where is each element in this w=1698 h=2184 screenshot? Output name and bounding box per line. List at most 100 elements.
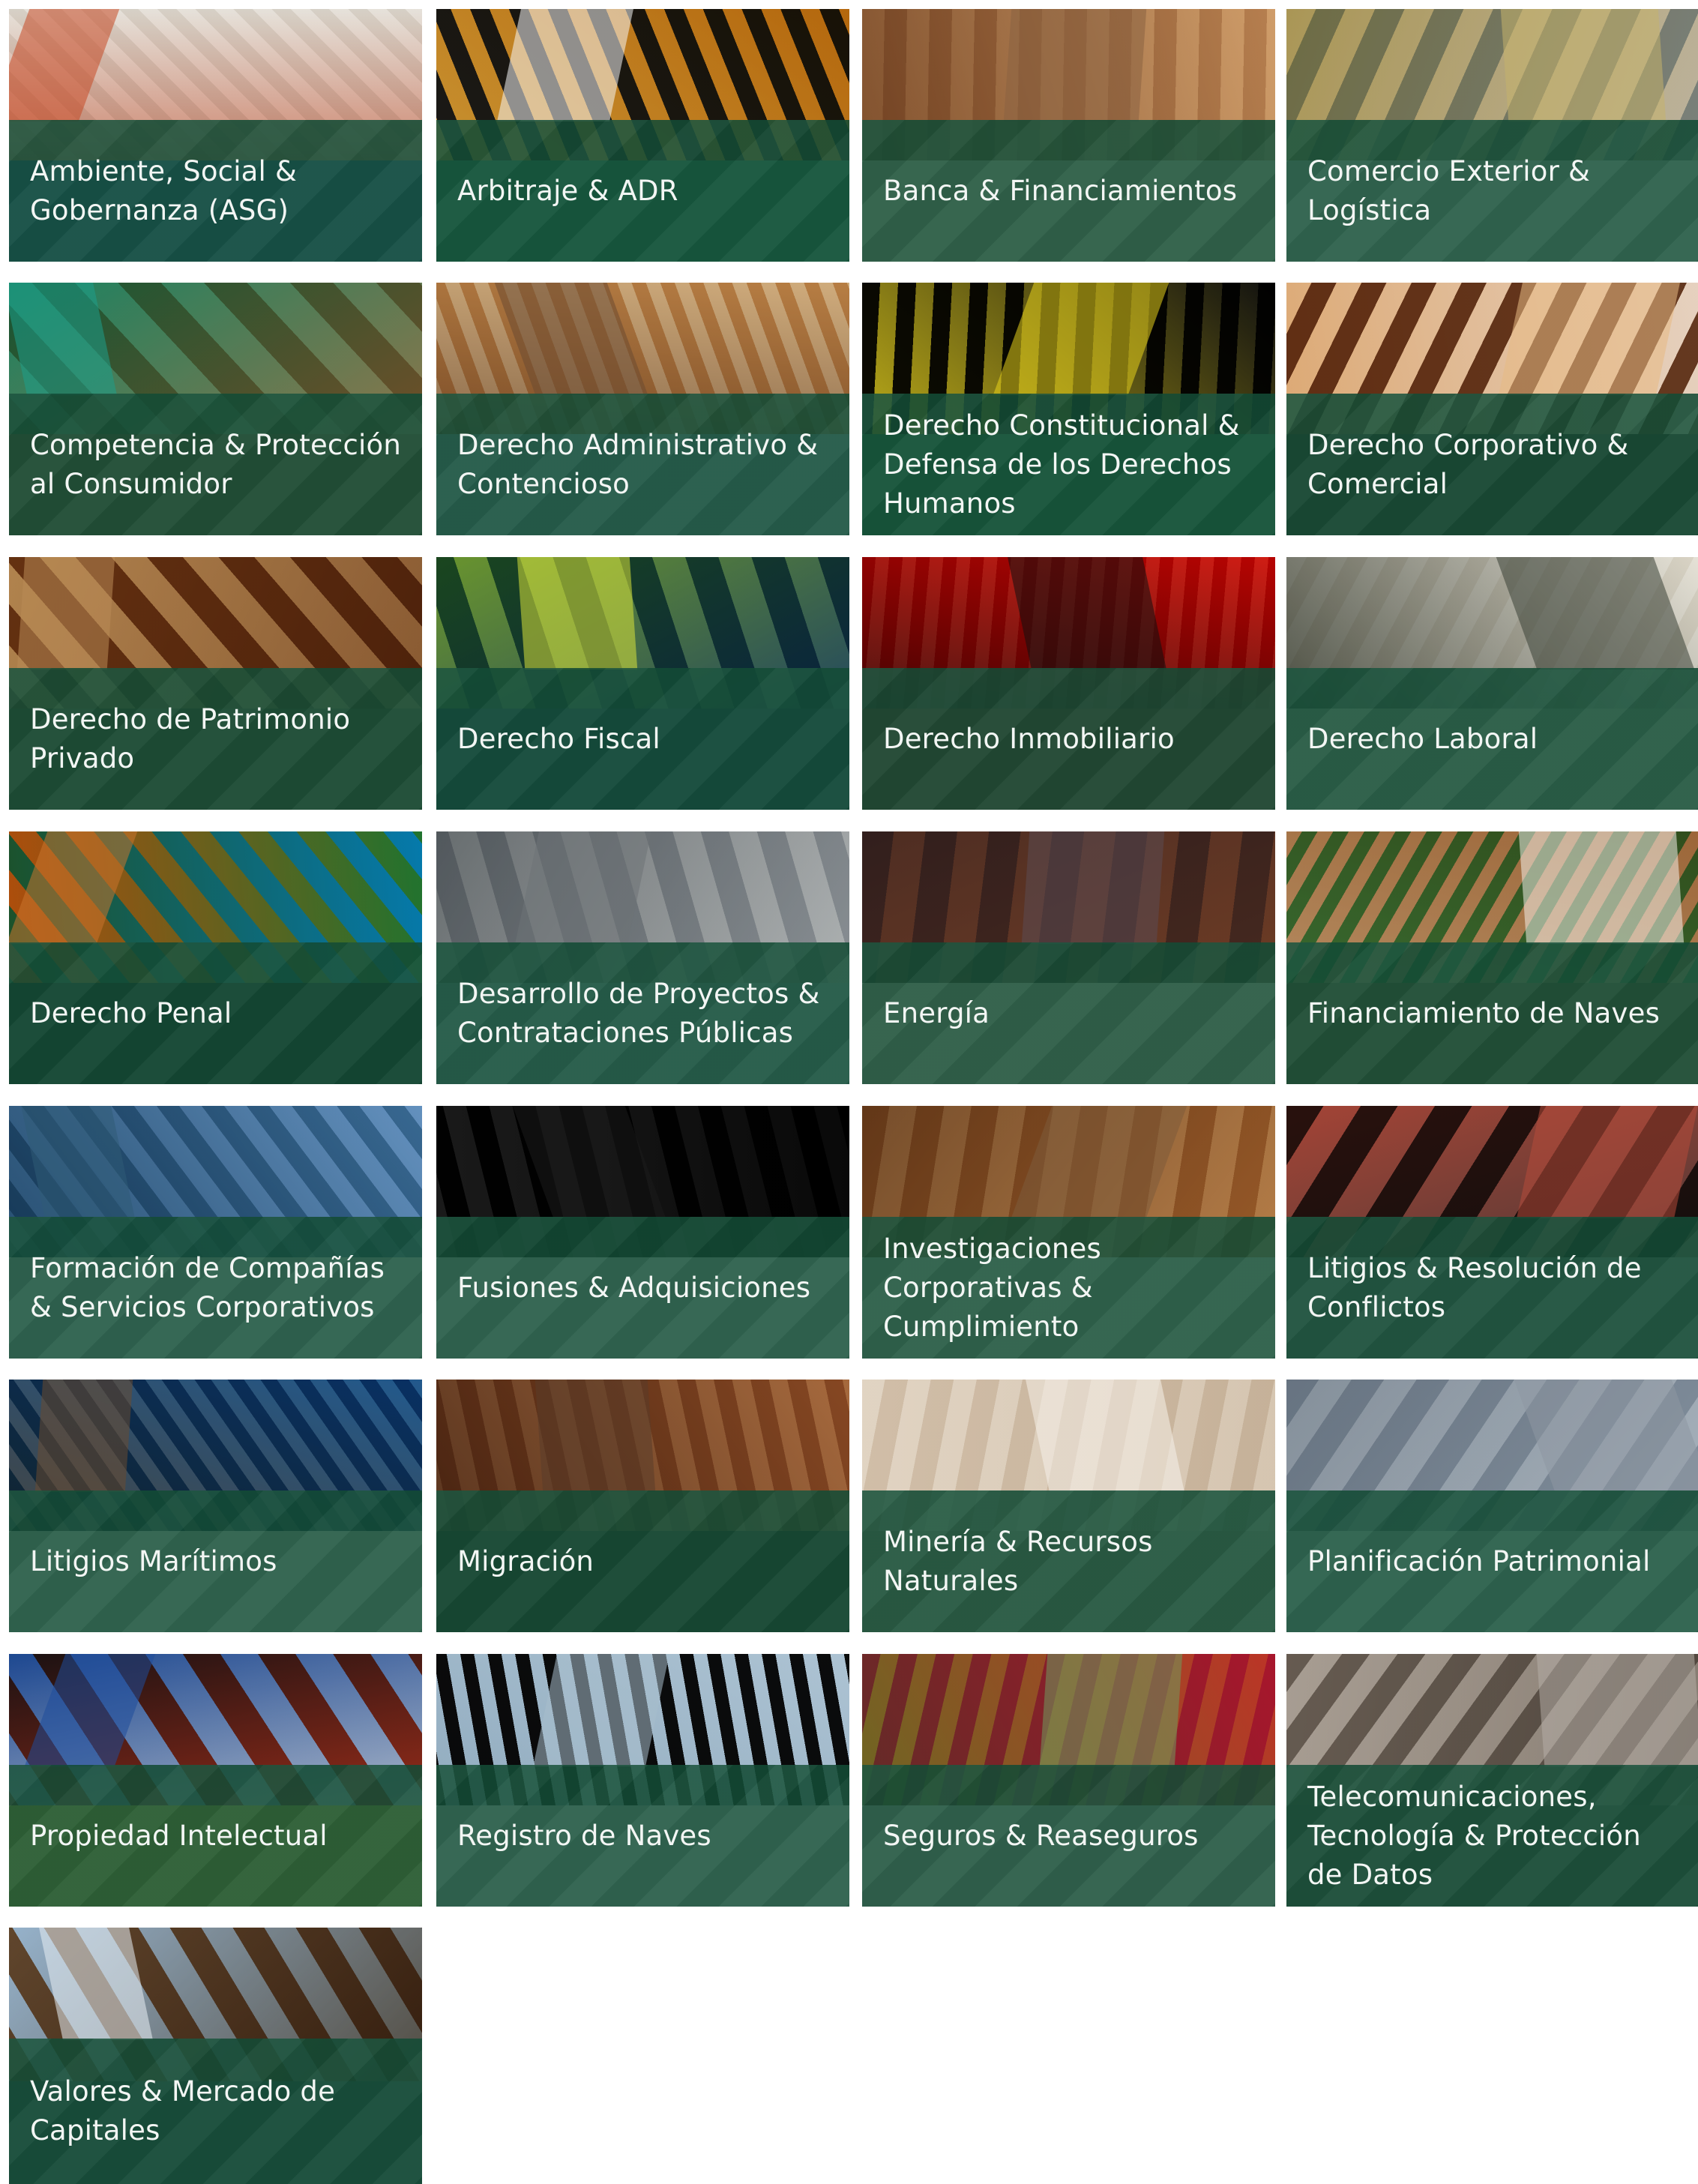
practice-area-label: Derecho Fiscal	[457, 722, 660, 755]
image-accent	[1021, 831, 1165, 944]
tile-caption-panel: Derecho Inmobiliario	[862, 668, 1275, 810]
practice-area-tile[interactable]: Migración	[436, 1380, 849, 1632]
image-accent	[517, 557, 638, 670]
image-accent	[1517, 1106, 1698, 1218]
tile-caption-panel: Competencia & Protección al Consumidor	[9, 394, 422, 535]
image-accent	[34, 1380, 133, 1492]
practice-area-label: Derecho Corporativo & Comercial	[1307, 428, 1629, 500]
tile-caption-panel: Propiedad Intelectual	[9, 1765, 422, 1907]
practice-area-tile[interactable]: Ambiente, Social & Gobernanza (ASG)	[9, 9, 422, 262]
practice-area-tile[interactable]: Derecho Corporativo & Comercial	[1286, 283, 1698, 535]
practice-area-tile[interactable]: Propiedad Intelectual	[9, 1654, 422, 1907]
practice-area-tile[interactable]: Financiamiento de Naves	[1286, 831, 1698, 1084]
practice-area-tile[interactable]: Minería & Recursos Naturales	[862, 1380, 1275, 1632]
practice-area-tile[interactable]: Derecho Fiscal	[436, 557, 849, 810]
image-accent	[21, 1106, 135, 1218]
image-accent	[16, 557, 115, 670]
image-accent	[9, 831, 138, 944]
tile-caption-panel: Ambiente, Social & Gobernanza (ASG)	[9, 120, 422, 262]
practice-area-label: Seguros & Reaseguros	[883, 1819, 1199, 1852]
tile-caption-panel: Minería & Recursos Naturales	[862, 1490, 1275, 1632]
practice-area-tile[interactable]: Desarrollo de Proyectos & Contrataciones…	[436, 831, 849, 1084]
tile-caption-panel: Energía	[862, 942, 1275, 1084]
image-accent	[1496, 557, 1695, 670]
practice-area-tile[interactable]: Litigios & Resolución de Conflictos	[1286, 1106, 1698, 1359]
image-accent	[1518, 831, 1685, 944]
practice-areas-grid: Ambiente, Social & Gobernanza (ASG) Arbit…	[0, 0, 1698, 2184]
practice-area-label: Planificación Patrimonial	[1307, 1544, 1651, 1577]
image-accent	[1039, 1654, 1183, 1766]
tile-caption-panel: Derecho Laboral	[1286, 668, 1698, 810]
image-accent	[497, 9, 633, 121]
practice-area-label: Derecho Laboral	[1307, 722, 1538, 755]
tile-caption-panel: Derecho Constitucional & Defensa de los …	[862, 394, 1275, 535]
practice-area-label: Derecho Inmobiliario	[883, 722, 1175, 755]
image-accent	[1011, 1106, 1187, 1218]
tile-caption-panel: Derecho Corporativo & Comercial	[1286, 394, 1698, 535]
practice-area-tile[interactable]: Planificación Patrimonial	[1286, 1380, 1698, 1632]
practice-area-tile[interactable]: Derecho Penal	[9, 831, 422, 1084]
practice-area-label: Minería & Recursos Naturales	[883, 1525, 1153, 1597]
practice-area-label: Investigaciones Corporativas & Cumplimie…	[883, 1232, 1101, 1343]
practice-area-label: Derecho Penal	[30, 996, 232, 1029]
practice-area-label: Propiedad Intelectual	[30, 1819, 328, 1852]
image-accent	[1499, 283, 1680, 395]
practice-area-tile[interactable]: Derecho de Patrimonio Privado	[9, 557, 422, 810]
practice-area-label: Derecho Constitucional & Defensa de los …	[883, 409, 1240, 520]
tile-caption-panel: Desarrollo de Proyectos & Contrataciones…	[436, 942, 849, 1084]
tile-caption-panel: Litigios Marítimos	[9, 1490, 422, 1632]
practice-area-tile[interactable]: Arbitraje & ADR	[436, 9, 849, 262]
tile-caption-panel: Fusiones & Adquisiciones	[436, 1217, 849, 1359]
image-accent	[533, 1654, 669, 1766]
tile-caption-panel: Comercio Exterior & Logística	[1286, 120, 1698, 262]
practice-area-tile[interactable]: Derecho Inmobiliario	[862, 557, 1275, 810]
practice-area-tile[interactable]: Comercio Exterior & Logística	[1286, 9, 1698, 262]
practice-area-label: Comercio Exterior & Logística	[1307, 154, 1590, 226]
practice-area-tile[interactable]: Competencia & Protección al Consumidor	[9, 283, 422, 535]
image-accent	[1514, 1380, 1698, 1492]
image-accent	[1026, 1380, 1184, 1492]
practice-area-label: Litigios Marítimos	[30, 1544, 277, 1577]
tile-caption-panel: Derecho Penal	[9, 942, 422, 1084]
image-accent	[494, 283, 648, 395]
practice-area-label: Energía	[883, 996, 990, 1029]
practice-area-label: Competencia & Protección al Consumidor	[30, 428, 401, 500]
tile-caption-panel: Formación de Compañías & Servicios Corpo…	[9, 1217, 422, 1359]
practice-area-tile[interactable]: Fusiones & Adquisiciones	[436, 1106, 849, 1359]
practice-area-label: Litigios & Resolución de Conflictos	[1307, 1251, 1642, 1323]
tile-caption-panel: Financiamiento de Naves	[1286, 942, 1698, 1084]
practice-area-tile[interactable]: Banca & Financiamientos	[862, 9, 1275, 262]
practice-area-label: Ambiente, Social & Gobernanza (ASG)	[30, 154, 298, 226]
practice-area-label: Migración	[457, 1544, 594, 1577]
tile-caption-panel: Telecomunicaciones, Tecnología & Protecc…	[1286, 1765, 1698, 1907]
practice-area-tile[interactable]: Derecho Laboral	[1286, 557, 1698, 810]
image-accent	[9, 283, 117, 395]
practice-area-label: Derecho Administrativo & Contencioso	[457, 428, 819, 500]
image-accent	[1500, 9, 1667, 121]
practice-area-label: Desarrollo de Proyectos & Contrataciones…	[457, 977, 820, 1049]
practice-area-label: Derecho de Patrimonio Privado	[30, 703, 351, 774]
practice-area-tile[interactable]: Valores & Mercado de Capitales	[9, 1928, 422, 2184]
practice-area-tile[interactable]: Seguros & Reaseguros	[862, 1654, 1275, 1907]
practice-area-tile[interactable]: Derecho Administrativo & Contencioso	[436, 283, 849, 535]
tile-caption-panel: Derecho Fiscal	[436, 668, 849, 810]
tile-caption-panel: Derecho Administrativo & Contencioso	[436, 394, 849, 535]
practice-area-tile[interactable]: Telecomunicaciones, Tecnología & Protecc…	[1286, 1654, 1698, 1907]
practice-area-tile[interactable]: Litigios Marítimos	[9, 1380, 422, 1632]
practice-area-tile[interactable]: Registro de Naves	[436, 1654, 849, 1907]
practice-area-tile[interactable]: Derecho Constitucional & Defensa de los …	[862, 283, 1275, 535]
practice-area-tile[interactable]: Formación de Compañías & Servicios Corpo…	[9, 1106, 422, 1359]
practice-area-label: Banca & Financiamientos	[883, 174, 1238, 207]
image-accent	[39, 1928, 153, 2040]
image-accent	[512, 1106, 666, 1218]
practice-area-tile[interactable]: Energía	[862, 831, 1275, 1084]
image-accent	[1003, 9, 1147, 121]
practice-area-label: Telecomunicaciones, Tecnología & Protecc…	[1307, 1780, 1641, 1891]
practice-area-tile[interactable]: Investigaciones Corporativas & Cumplimie…	[862, 1106, 1275, 1359]
tile-caption-panel: Valores & Mercado de Capitales	[9, 2039, 422, 2184]
image-accent	[993, 283, 1169, 395]
image-accent	[535, 1380, 656, 1492]
practice-area-label: Financiamiento de Naves	[1307, 996, 1661, 1029]
tile-caption-panel: Migración	[436, 1490, 849, 1632]
image-accent	[24, 1654, 156, 1766]
